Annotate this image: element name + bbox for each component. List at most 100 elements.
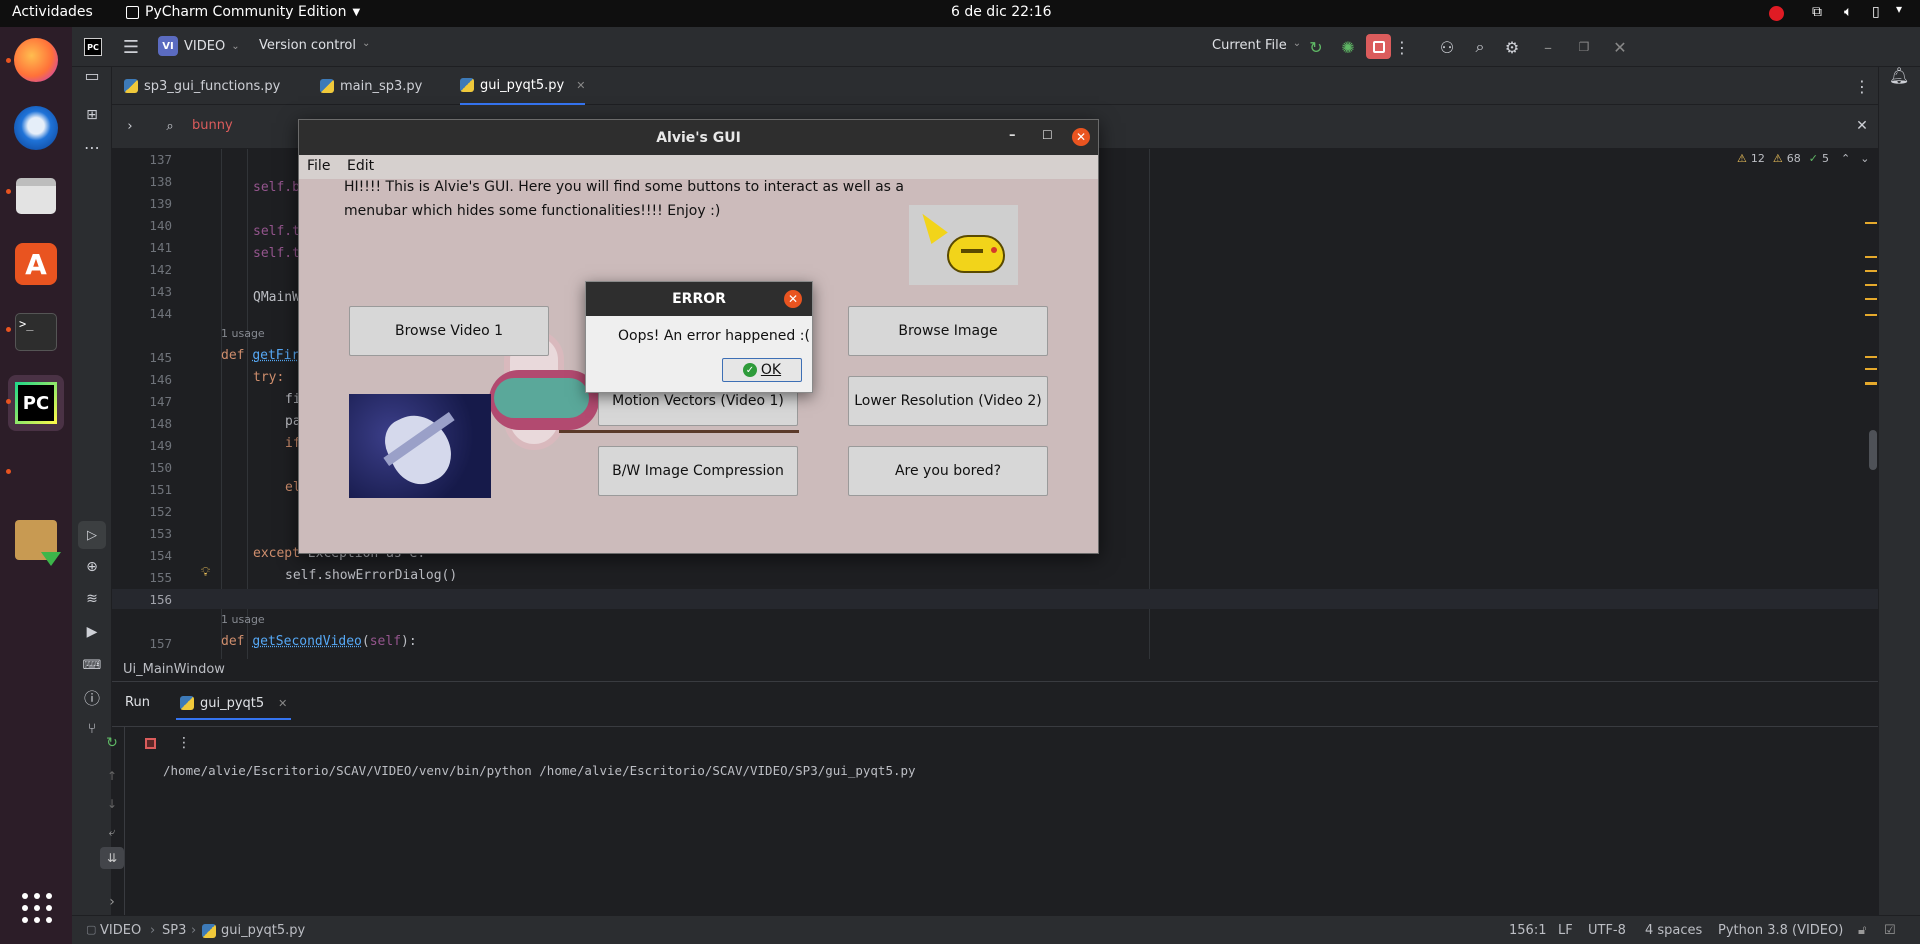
error-dialog[interactable]: ERROR ✕ Oops! An error happened :( ✓ OK	[585, 281, 813, 393]
close-icon[interactable]: ✕	[784, 290, 802, 308]
window-title-bar[interactable]: Alvie's GUI – ☐ ✕	[299, 120, 1098, 155]
restore-icon[interactable]: ❐	[1574, 37, 1594, 57]
bw-compression-button[interactable]: B/W Image Compression	[598, 446, 798, 496]
more-vertical-icon[interactable]: ⋮	[1392, 37, 1412, 57]
layers-icon[interactable]: ≋	[82, 589, 102, 609]
browse-image-button[interactable]: Browse Image	[848, 306, 1048, 356]
services-icon[interactable]: ▶	[82, 622, 102, 642]
run-config-selector[interactable]: Current File ⌄	[1212, 38, 1301, 53]
minimize-icon[interactable]: –	[1538, 37, 1558, 57]
show-apps-grid-icon[interactable]	[22, 893, 52, 923]
module-icon: ▢	[86, 923, 97, 936]
project-switcher[interactable]: VI VIDEO ⌄	[158, 36, 240, 56]
code-fragment: self	[369, 634, 402, 649]
editor-scrollbar[interactable]	[1869, 430, 1877, 470]
search-input[interactable]: bunny	[192, 118, 233, 133]
main-menu-hamburger-icon[interactable]: ☰	[120, 37, 142, 58]
inspections-widget[interactable]: ⚠ 12 ⚠ 68 ✓ 5 ⌃ ⌄	[1737, 152, 1869, 165]
minimize-icon[interactable]: –	[1009, 128, 1016, 143]
intro-text-line-1: HI!!!! This is Alvie's GUI. Here you wil…	[344, 179, 904, 195]
git-icon[interactable]: ⑂	[82, 719, 102, 739]
code-fragment: self.b	[253, 180, 300, 195]
project-folder-icon[interactable]: ▭	[82, 65, 102, 85]
app-menu[interactable]: PyCharm Community Edition ▼	[126, 4, 360, 20]
settings-gear-icon[interactable]: ⚙	[1502, 37, 1522, 57]
read-only-lock-icon[interactable]: 🔓︎	[1858, 923, 1866, 938]
status-path-folder[interactable]: SP3	[162, 923, 186, 938]
notifications-bell-icon[interactable]: 🔔︎	[1889, 65, 1909, 85]
lower-resolution-button[interactable]: Lower Resolution (Video 2)	[848, 376, 1048, 426]
tab-main-sp3[interactable]: main_sp3.py	[320, 67, 422, 105]
python-packages-icon[interactable]: ⊕	[82, 557, 102, 577]
problems-icon[interactable]: ⓘ	[82, 687, 102, 708]
tab-sp3-gui-functions[interactable]: sp3_gui_functions.py	[124, 67, 280, 105]
python-interpreter[interactable]: Python 3.8 (VIDEO)	[1718, 923, 1843, 938]
close-find-icon[interactable]: ✕	[1852, 117, 1872, 135]
run-tab-gui-pyqt5[interactable]: gui_pyqt5 ✕	[176, 688, 292, 720]
firefox-icon[interactable]	[11, 35, 61, 85]
expand-chevron-icon[interactable]: ›	[122, 117, 138, 135]
terminal-tool-icon[interactable]: ⌨	[82, 655, 102, 675]
scroll-up-icon[interactable]: ↑	[102, 766, 122, 786]
tab-gui-pyqt5[interactable]: gui_pyqt5.py ✕	[460, 67, 586, 105]
system-menu-chevron-icon[interactable]: ▾	[1896, 2, 1902, 16]
soft-wrap-icon[interactable]: ⤶	[102, 822, 122, 842]
status-bar: ▢ VIDEO › SP3 › gui_pyqt5.py 156:1 LF UT…	[72, 915, 1920, 944]
volume-icon[interactable]: 🔈︎	[1844, 4, 1852, 20]
terminal-icon[interactable]: >_	[11, 307, 61, 357]
file-encoding[interactable]: UTF-8	[1588, 923, 1626, 938]
stop-icon[interactable]	[145, 738, 156, 749]
checklist-icon[interactable]: ☑	[1884, 923, 1896, 938]
line-number: 151	[149, 482, 172, 497]
scroll-down-icon[interactable]: ↓	[102, 794, 122, 814]
next-highlight-icon[interactable]: ⌄	[1860, 152, 1869, 165]
structure-icon[interactable]: ⊞	[82, 105, 102, 125]
maximize-icon[interactable]: ☐	[1042, 128, 1053, 142]
are-you-bored-button[interactable]: Are you bored?	[848, 446, 1048, 496]
ok-button[interactable]: ✓ OK	[722, 358, 802, 382]
status-path-file[interactable]: gui_pyqt5.py	[221, 923, 305, 938]
breadcrumb-class[interactable]: Ui_MainWindow	[123, 662, 225, 677]
recording-indicator-icon[interactable]	[1769, 6, 1784, 21]
stop-button[interactable]	[1366, 34, 1391, 59]
status-path-project[interactable]: VIDEO	[100, 923, 141, 938]
scroll-to-end-icon[interactable]: ⇊	[100, 847, 124, 869]
menu-edit[interactable]: Edit	[347, 158, 374, 174]
pycharm-icon[interactable]: PC	[8, 375, 64, 431]
search-options-icon[interactable]: ⌕	[160, 117, 180, 135]
prev-highlight-icon[interactable]: ⌃	[1841, 152, 1850, 165]
caret-position[interactable]: 156:1	[1509, 923, 1546, 938]
clock[interactable]: 6 de dic 22:16	[951, 4, 1052, 20]
more-tools-icon[interactable]: ⋯	[82, 137, 102, 157]
archive-installer-icon[interactable]	[11, 515, 61, 566]
thunderbird-icon[interactable]	[11, 103, 61, 153]
files-icon[interactable]	[11, 171, 61, 221]
search-icon[interactable]: ⌕	[1470, 37, 1490, 57]
rerun-icon[interactable]: ↻	[102, 733, 122, 753]
intention-bulb-icon[interactable]: 💡︎	[201, 565, 210, 580]
close-window-icon[interactable]: ✕	[1610, 37, 1630, 57]
rerun-icon[interactable]: ↻	[1306, 37, 1326, 57]
line-separator[interactable]: LF	[1558, 923, 1573, 938]
activities-button[interactable]: Actividades	[12, 4, 93, 20]
dialog-title-bar[interactable]: ERROR ✕	[586, 282, 812, 316]
usage-hint[interactable]: 1 usage	[221, 327, 265, 340]
add-user-icon[interactable]: ⚇	[1437, 37, 1457, 57]
close-tab-icon[interactable]: ✕	[576, 79, 585, 92]
console-output[interactable]: /home/alvie/Escritorio/SCAV/VIDEO/venv/b…	[163, 763, 916, 778]
expand-chevron-icon[interactable]: ›	[102, 892, 122, 912]
browse-video-button[interactable]: Browse Video 1	[349, 306, 549, 356]
debug-bug-icon[interactable]: ✺	[1338, 37, 1358, 57]
software-center-icon[interactable]: A	[11, 239, 61, 289]
vcs-widget[interactable]: Version control ⌄	[259, 38, 370, 53]
battery-icon[interactable]: ▯	[1872, 4, 1880, 20]
menu-file[interactable]: File	[307, 158, 330, 174]
indent-setting[interactable]: 4 spaces	[1645, 923, 1702, 938]
usage-hint[interactable]: 1 usage	[221, 613, 265, 626]
more-vertical-icon[interactable]: ⋮	[177, 733, 191, 753]
close-tab-icon[interactable]: ✕	[278, 697, 287, 710]
run-tool-icon[interactable]: ▷	[78, 521, 106, 549]
tabs-more-icon[interactable]: ⋮	[1852, 76, 1872, 96]
close-icon[interactable]: ✕	[1072, 128, 1090, 146]
network-icon[interactable]: ⧉	[1812, 4, 1822, 20]
